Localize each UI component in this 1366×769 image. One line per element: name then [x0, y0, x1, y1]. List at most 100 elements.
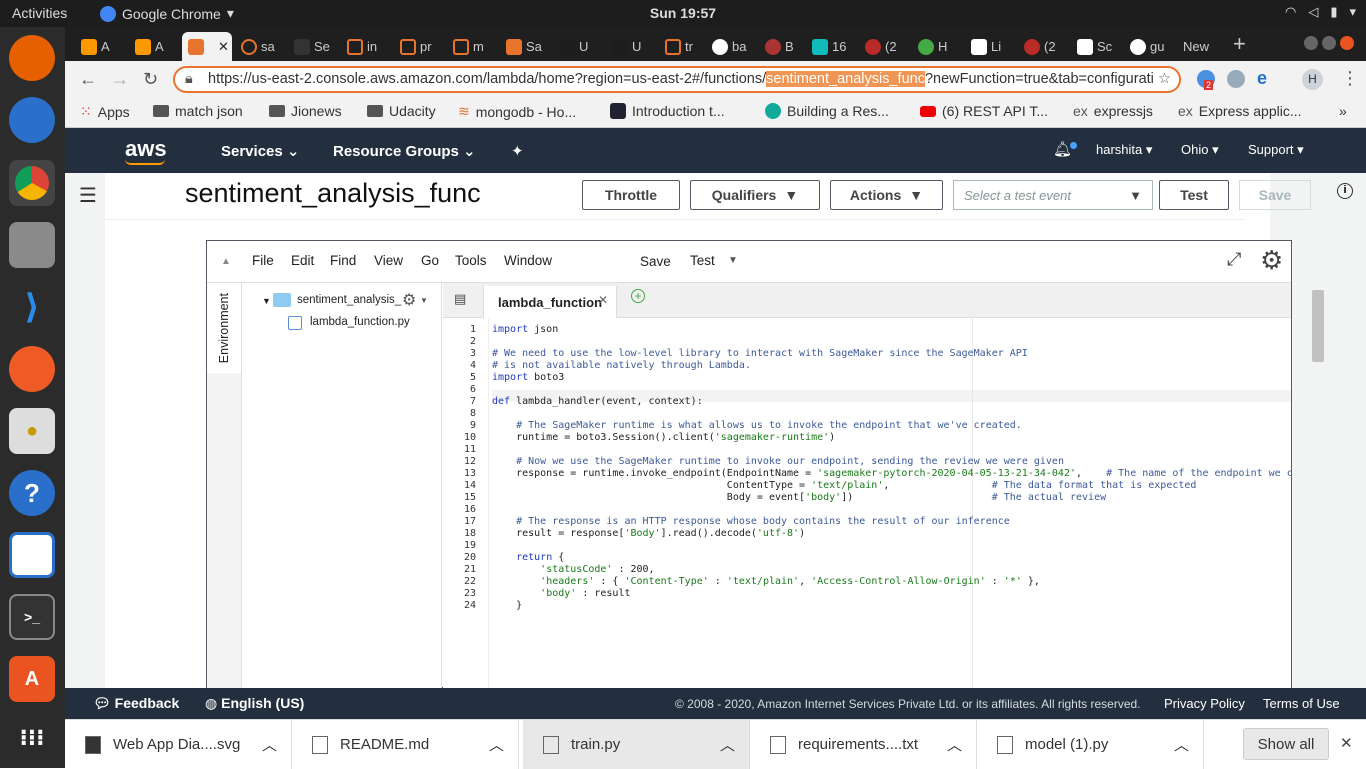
caret-down-icon[interactable]: ▼	[728, 255, 738, 266]
tab-list-icon[interactable]: ▤	[454, 291, 466, 307]
back-button[interactable]: ←	[79, 69, 97, 90]
notifications-bell-icon[interactable]: 🔔︎	[1053, 140, 1072, 158]
browser-tab[interactable]: ba	[706, 32, 758, 61]
privacy-policy-link[interactable]: Privacy Policy	[1164, 696, 1245, 711]
browser-tab-active[interactable]: ✕	[182, 32, 232, 61]
browser-tab[interactable]: Sa	[500, 32, 552, 61]
bookmark-item[interactable]: Introduction t...	[610, 103, 725, 119]
download-item[interactable]: train.py ︿	[523, 720, 750, 769]
browser-tab[interactable]: tr	[659, 32, 705, 61]
close-icon[interactable]: ✕	[598, 293, 608, 307]
chevron-up-icon[interactable]: ︿	[720, 734, 735, 755]
menu-tools[interactable]: Tools	[455, 253, 487, 268]
menu-window[interactable]: Window	[504, 253, 552, 268]
rhythmbox-icon[interactable]: ●	[9, 408, 55, 454]
bookmark-item[interactable]: (6) REST API T...	[920, 103, 1048, 119]
feedback-link[interactable]: 💬︎ Feedback	[93, 695, 179, 712]
browser-tab[interactable]: pr	[394, 32, 446, 61]
thunderbird-icon[interactable]	[9, 97, 55, 143]
tree-file-label[interactable]: lambda_function.py	[310, 316, 410, 328]
browser-tab[interactable]: gu	[1124, 32, 1176, 61]
files-icon[interactable]	[9, 222, 55, 268]
app-menu[interactable]: Google Chrome ▾	[100, 5, 234, 22]
browser-tab[interactable]: Sc	[1071, 32, 1123, 61]
add-tab-icon[interactable]: +	[631, 289, 645, 303]
save-button[interactable]: Save	[1239, 180, 1311, 210]
chevron-up-icon[interactable]: ︿	[489, 734, 504, 755]
browser-tab[interactable]: (2	[859, 32, 911, 61]
menu-find[interactable]: Find	[330, 253, 356, 268]
resource-groups-menu[interactable]: Resource Groups ⌄	[333, 142, 476, 160]
edge-extension-icon[interactable]: e	[1257, 68, 1267, 89]
caret-down-icon[interactable]: ▼	[262, 296, 271, 306]
software-center-icon[interactable]: A	[9, 656, 55, 702]
bookmark-folder[interactable]: match json	[153, 103, 243, 119]
test-button[interactable]: Test	[1159, 180, 1229, 210]
browser-tab[interactable]: (2	[1018, 32, 1070, 61]
actions-button[interactable]: Actions ▼	[830, 180, 943, 210]
browser-tab[interactable]: sa	[235, 32, 287, 61]
browser-tab[interactable]: Li	[965, 32, 1017, 61]
close-window-button[interactable]	[1340, 36, 1354, 50]
download-item[interactable]: model (1).py ︿	[977, 720, 1204, 769]
menu-view[interactable]: View	[374, 253, 403, 268]
fullscreen-icon[interactable]: ⤢	[1227, 249, 1241, 270]
user-menu[interactable]: harshita ▾	[1096, 142, 1152, 158]
gear-icon[interactable]: ⚙	[1260, 245, 1283, 276]
menu-file[interactable]: File	[252, 253, 274, 268]
firefox-icon[interactable]	[9, 35, 55, 81]
bookmark-item[interactable]: Building a Res...	[765, 103, 889, 119]
close-icon[interactable]: ✕	[1340, 734, 1353, 752]
postman-icon[interactable]	[9, 346, 55, 392]
bookmark-folder[interactable]: Jionews	[269, 103, 342, 119]
show-applications-icon[interactable]: ⁝⁝⁝	[9, 715, 55, 761]
menu-go[interactable]: Go	[421, 253, 439, 268]
download-item[interactable]: requirements....txt ︿	[750, 720, 977, 769]
browser-tab[interactable]: New	[1177, 32, 1229, 61]
hamburger-menu-icon[interactable]: ☰	[79, 183, 97, 208]
vscode-icon[interactable]: ⟩	[9, 284, 55, 330]
page-scrollbar[interactable]	[1312, 290, 1324, 362]
bookmark-star-icon[interactable]: ☆	[1154, 68, 1171, 91]
gear-icon[interactable]: ⚙	[402, 290, 416, 310]
browser-tab[interactable]: in	[341, 32, 393, 61]
language-selector[interactable]: ◍ English (US)	[205, 695, 304, 712]
chevron-up-icon[interactable]: ︿	[1174, 734, 1189, 755]
browser-tab[interactable]: A	[129, 32, 181, 61]
bookmark-item[interactable]: ex expressjs	[1073, 103, 1153, 119]
browser-tab[interactable]: U	[606, 32, 658, 61]
download-item[interactable]: README.md ︿	[292, 720, 519, 769]
tree-folder-label[interactable]: sentiment_analysis_	[297, 294, 401, 306]
download-item[interactable]: Web App Dia....svg ︿	[65, 720, 292, 769]
terms-of-use-link[interactable]: Terms of Use	[1263, 696, 1340, 711]
new-tab-button[interactable]: +	[1233, 31, 1246, 57]
environment-side-tab[interactable]: Environment	[207, 283, 242, 373]
system-tray[interactable]: ◠ ◁ ▮ ▾	[1285, 4, 1356, 20]
browser-tab[interactable]: m	[447, 32, 499, 61]
reload-button[interactable]: ↻	[143, 69, 158, 90]
editor-tab-lambda-function[interactable]: lambda_function	[483, 286, 617, 318]
bookmark-folder[interactable]: Udacity	[367, 103, 436, 119]
browser-tab[interactable]: B	[759, 32, 805, 61]
activities-button[interactable]: Activities	[12, 5, 67, 21]
chevron-up-icon[interactable]: ︿	[262, 734, 277, 755]
chrome-dock-icon[interactable]	[9, 160, 55, 206]
info-icon[interactable]: i	[1337, 183, 1353, 199]
pin-icon[interactable]: ✦	[511, 142, 524, 160]
test-event-select[interactable]: Select a test event ▼	[953, 180, 1153, 210]
chevron-up-icon[interactable]: ︿	[947, 734, 962, 755]
bookmark-apps[interactable]: ⁙ Apps	[80, 103, 130, 120]
forward-button[interactable]: →	[111, 69, 129, 90]
bookmarks-overflow-icon[interactable]: »	[1339, 103, 1347, 119]
region-menu[interactable]: Ohio ▾	[1181, 142, 1219, 158]
bookmark-item[interactable]: ≋ mongodb - Ho...	[458, 103, 576, 120]
terminal-icon[interactable]: >_	[9, 594, 55, 640]
browser-tab[interactable]: 16	[806, 32, 858, 61]
code-area[interactable]: import json # We need to use the low-leve…	[492, 318, 1291, 689]
collapse-icon[interactable]: ▲	[221, 256, 231, 267]
profile-avatar[interactable]: H	[1302, 69, 1323, 90]
maximize-button[interactable]	[1322, 36, 1336, 50]
extension-icon[interactable]	[1227, 70, 1245, 88]
url-bar[interactable]: 🔒︎ https://us-east-2.console.aws.amazon.…	[173, 66, 1181, 93]
services-menu[interactable]: Services ⌄	[221, 142, 299, 160]
